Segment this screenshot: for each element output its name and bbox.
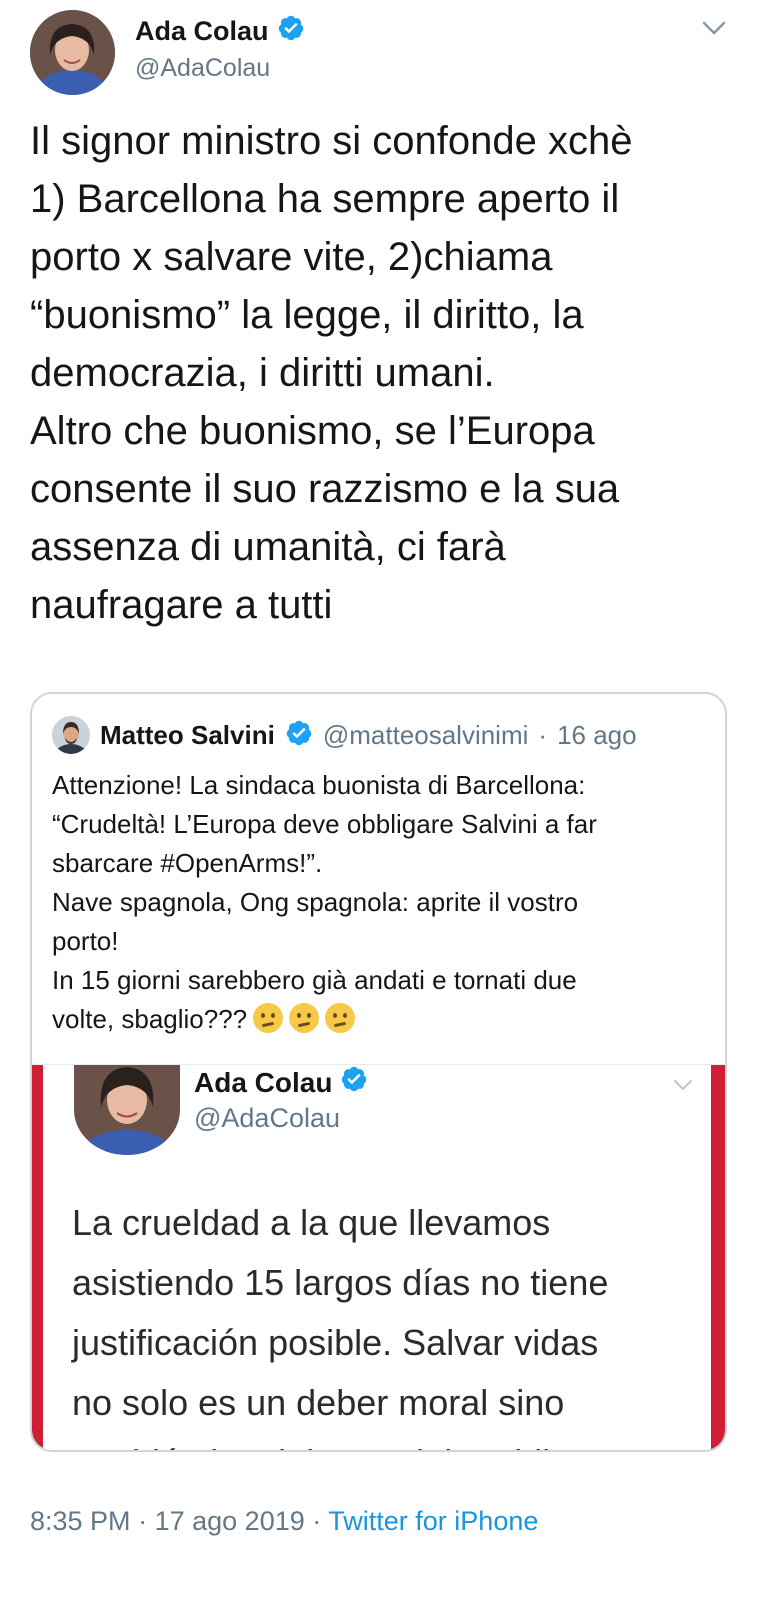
chevron-down-icon	[670, 1075, 696, 1095]
author-name[interactable]: Ada Colau	[135, 16, 269, 47]
embedded-tweet-text: La crueldad a la que llevamos asistiendo…	[72, 1202, 632, 1450]
verified-badge-icon	[340, 1065, 368, 1100]
quoted-author-handle: @matteosalvinimi	[322, 719, 529, 750]
chevron-down-icon[interactable]	[698, 14, 730, 42]
quoted-tweet-date: 16 ago	[557, 719, 637, 750]
embedded-author-avatar	[74, 1065, 180, 1155]
embedded-author-name: Ada Colau	[194, 1066, 333, 1098]
embedded-author-handle: @AdaColau	[194, 1103, 340, 1133]
author-name-row[interactable]: Ada Colau	[135, 14, 305, 49]
quoted-tweet-header: Matteo Salvini @matteosalvinimi · 16 ago	[52, 716, 637, 754]
verified-badge-icon	[277, 14, 305, 49]
author-handle[interactable]: @AdaColau	[135, 54, 270, 83]
meta-separator: ·	[538, 719, 548, 750]
author-avatar[interactable]	[30, 10, 115, 95]
thinking-face-icon	[325, 1003, 356, 1033]
tweet-source-link[interactable]: Twitter for iPhone	[328, 1506, 538, 1536]
quoted-author-avatar	[52, 716, 90, 754]
meta-separator: ·	[138, 1506, 148, 1536]
thinking-face-icon	[253, 1003, 284, 1033]
verified-badge-icon	[285, 719, 313, 752]
tweet-footer: 8:35 PM · 17 ago 2019 · Twitter for iPho…	[30, 1506, 538, 1537]
quoted-tweet-text: Attenzione! La sindaca buonista di Barce…	[52, 766, 702, 1039]
quoted-tweet-media[interactable]: Ada Colau @AdaColau La crueldad a la que…	[32, 1064, 725, 1450]
media-frame-right	[711, 1065, 725, 1450]
quoted-author-name: Matteo Salvini	[100, 719, 275, 750]
embedded-author-name-row: Ada Colau	[194, 1065, 368, 1100]
tweet-date: 17 ago 2019	[154, 1506, 305, 1536]
thinking-face-icon	[289, 1003, 320, 1033]
meta-separator: ·	[312, 1506, 322, 1536]
tweet-text: Il signor ministro si confonde xchè 1) B…	[30, 119, 633, 627]
tweet-time: 8:35 PM	[30, 1506, 131, 1536]
quoted-tweet-card[interactable]: Matteo Salvini @matteosalvinimi · 16 ago…	[30, 692, 727, 1452]
quoted-tweet-body: Attenzione! La sindaca buonista di Barce…	[52, 770, 597, 1034]
media-frame-left	[32, 1065, 43, 1450]
